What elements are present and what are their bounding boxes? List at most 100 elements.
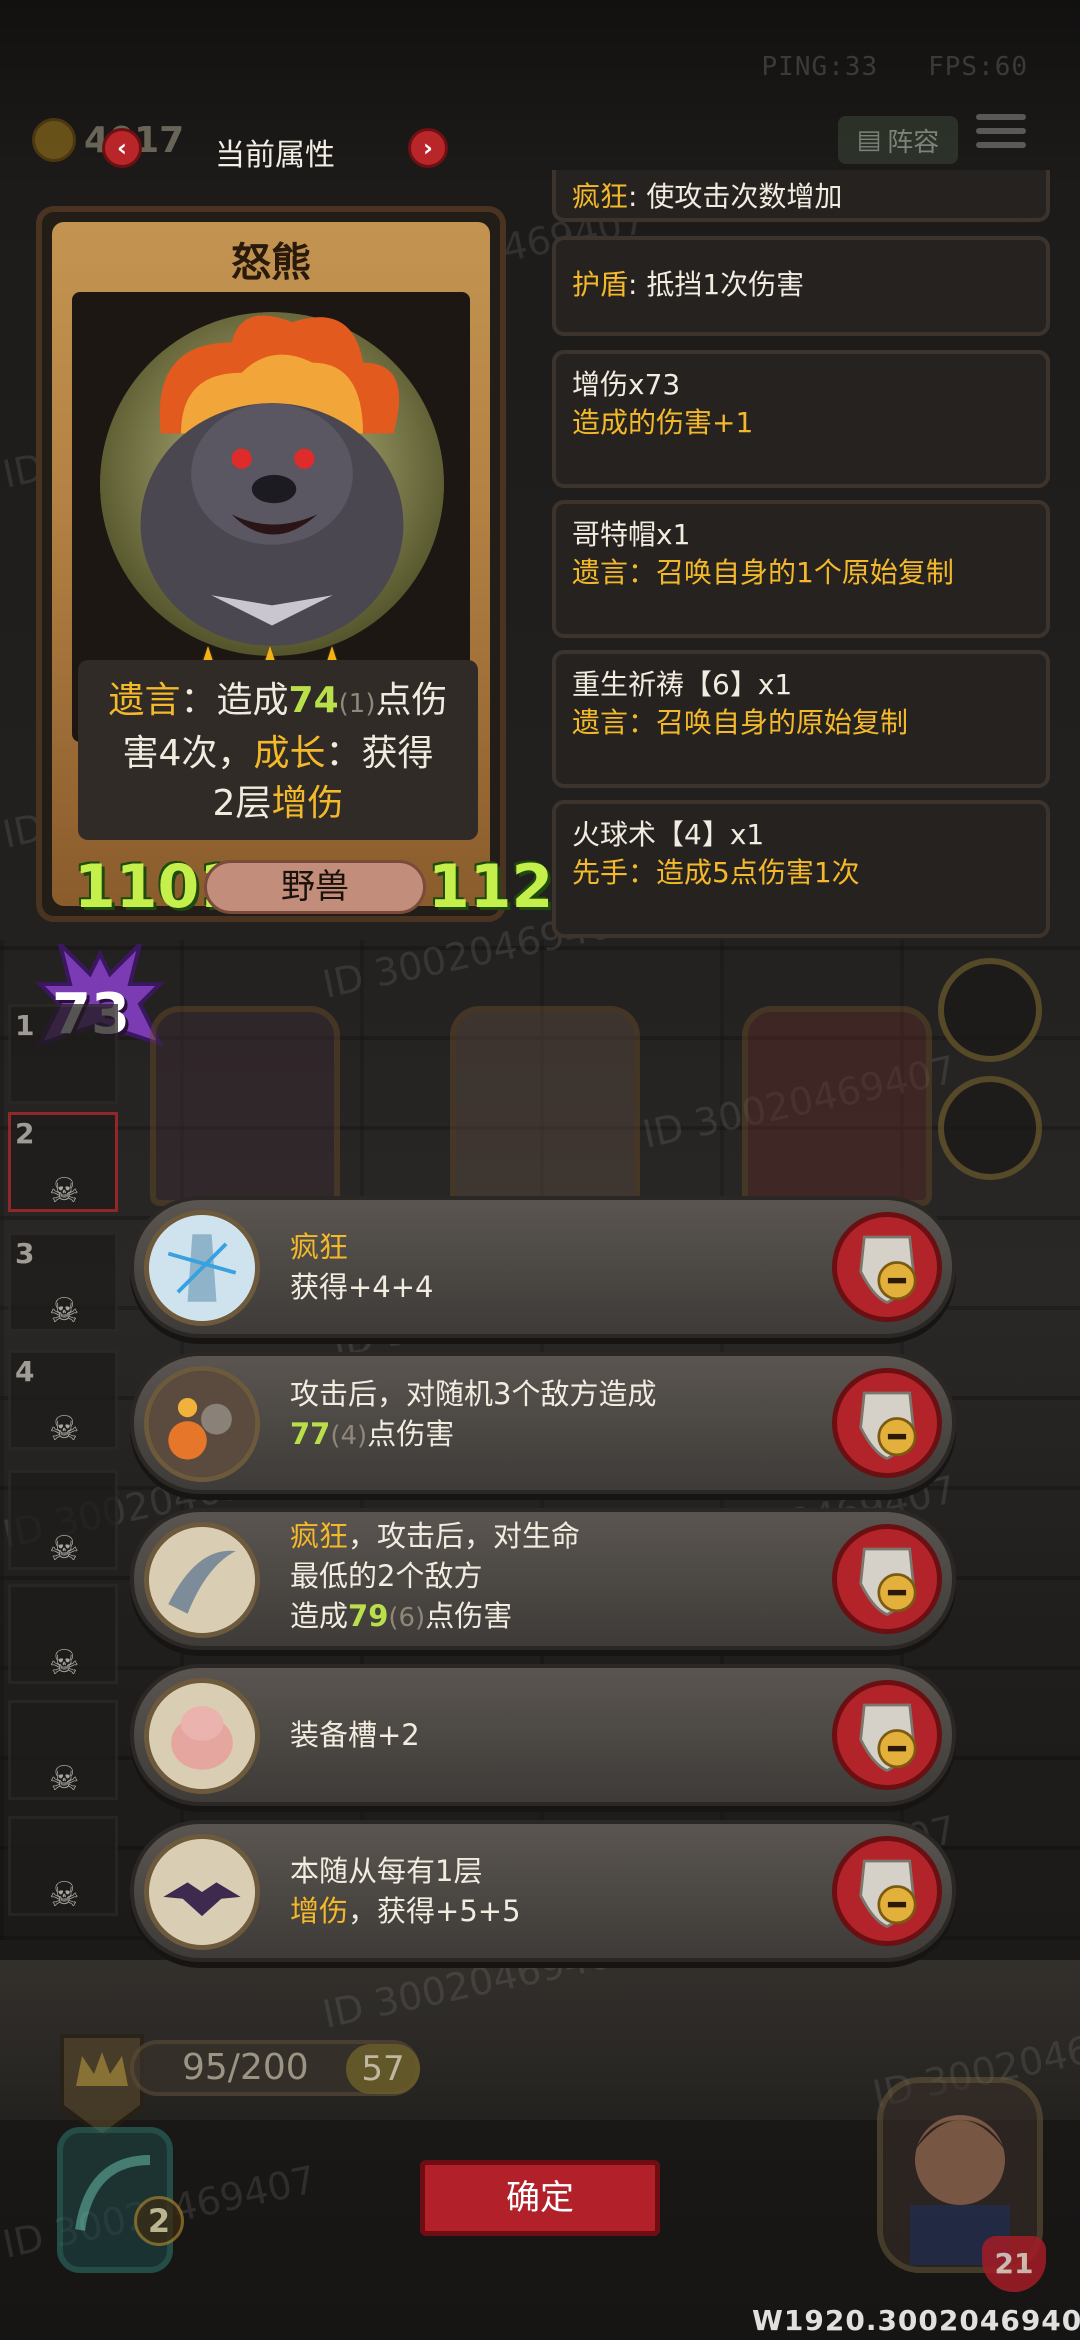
skill-row: 本随从每有1层 增伤，获得+5+5 xyxy=(130,1820,956,1962)
shield-minus-icon xyxy=(859,1547,917,1616)
damage-bonus: (1) xyxy=(338,689,376,719)
damage-value: 74 xyxy=(288,680,339,721)
skill-damage-bonus: (4) xyxy=(330,1421,368,1451)
skill-desc: 本随从每有1层 xyxy=(290,1854,483,1888)
network-status: PING:33 FPS:60 xyxy=(762,52,1028,82)
buff-title: 火球术【4】x1 xyxy=(572,818,765,851)
skill-text: 疯狂，攻击后，对生命 最低的2个敌方 造成79(6)点伤害 xyxy=(290,1516,810,1638)
fps-text: FPS:60 xyxy=(928,52,1028,82)
minion-card: 怒熊 ★ ★ ★ 遗言：造成74(1)点伤害4次，成长：获得2层增伤 1101 … xyxy=(36,206,595,922)
skill-desc: 最低的2个敌方 xyxy=(290,1559,483,1593)
buff-list[interactable]: 疯狂: 使攻击次数增加 护盾: 抵挡1次伤害 增伤x73 造成的伤害+1 哥特帽… xyxy=(552,170,1052,960)
desc-text: ：造成 xyxy=(180,680,289,721)
coin-extra: 57 xyxy=(346,2044,420,2094)
team-slot[interactable]: 2 ☠ xyxy=(8,1112,118,1212)
skill-damage-bonus: (6) xyxy=(388,1603,426,1633)
skull-icon: ☠ xyxy=(49,1171,80,1211)
buff-text: : 使攻击次数增加 xyxy=(628,180,843,213)
ping-text: PING:33 xyxy=(761,52,879,82)
prev-arrow-button[interactable]: ‹ xyxy=(102,128,142,168)
skill-keyword: 疯狂 xyxy=(290,1519,349,1553)
shield-minus-icon xyxy=(859,1235,917,1304)
side-slot[interactable] xyxy=(938,958,1042,1062)
desc-text: 2层 xyxy=(212,783,272,824)
buff-label: 疯狂 xyxy=(572,180,629,213)
shield-minus-icon xyxy=(859,1703,917,1772)
next-arrow-button[interactable]: › xyxy=(408,128,448,168)
remove-skill-button[interactable] xyxy=(832,1212,942,1322)
frenzy-skill-icon xyxy=(144,1210,260,1326)
side-slot[interactable] xyxy=(938,1076,1042,1180)
bottom-watermark: W1920.30020469407 xyxy=(752,2304,1080,2337)
buff-label: 护盾 xyxy=(572,268,629,301)
buff-item: 重生祈祷【6】x1 遗言：召唤自身的原始复制 xyxy=(552,650,1050,788)
skill-row: 疯狂 获得+4+4 xyxy=(130,1196,956,1338)
team-slot[interactable]: 3 ☠ xyxy=(8,1232,118,1332)
keyword-damage-boost: 增伤 xyxy=(271,783,344,824)
skull-icon: ☠ xyxy=(49,1529,80,1569)
buff-desc: 遗言：召唤自身的1个原始复制 xyxy=(572,556,954,589)
skill-damage: 79 xyxy=(348,1599,389,1633)
skill-text: 装备槽+2 xyxy=(290,1668,810,1802)
team-slot[interactable]: ☠ xyxy=(8,1700,118,1800)
team-slot[interactable]: 4 ☠ xyxy=(8,1350,118,1450)
buff-title: 增伤x73 xyxy=(572,368,681,401)
team-slot[interactable]: 1 xyxy=(8,1004,118,1104)
buff-item: 火球术【4】x1 先手：造成5点伤害1次 xyxy=(552,800,1050,938)
bat-skill-icon xyxy=(144,1834,260,1950)
buff-title: 重生祈祷【6】x1 xyxy=(572,668,793,701)
panel-title: 当前属性 xyxy=(215,138,335,173)
shield-minus-icon xyxy=(859,1859,917,1928)
menu-icon[interactable] xyxy=(976,114,1026,158)
book-icon: ▤ xyxy=(856,125,882,155)
skill-row: 装备槽+2 xyxy=(130,1664,956,1806)
confirm-button[interactable]: 确定 xyxy=(420,2160,660,2236)
skull-icon: ☠ xyxy=(49,1759,80,1799)
board-minion[interactable] xyxy=(450,1006,640,1206)
skull-icon: ☠ xyxy=(49,1643,80,1683)
buff-desc: 造成的伤害+1 xyxy=(572,406,754,439)
remove-skill-button[interactable] xyxy=(832,1524,942,1634)
slot-number: 1 xyxy=(15,1009,35,1042)
skill-desc: 获得+4+4 xyxy=(290,1270,434,1304)
buff-item: 护盾: 抵挡1次伤害 xyxy=(552,236,1050,336)
skill-keyword: 疯狂 xyxy=(290,1230,349,1264)
buff-title: 哥特帽x1 xyxy=(572,518,691,551)
team-slot[interactable]: ☠ xyxy=(8,1816,118,1916)
slot-number: 2 xyxy=(15,1117,35,1150)
meteor-skill-icon xyxy=(144,1366,260,1482)
skill-desc: 点伤害 xyxy=(425,1599,513,1633)
coin-icon xyxy=(32,118,76,162)
remove-skill-button[interactable] xyxy=(832,1836,942,1946)
tribe-badge: 野兽 xyxy=(204,860,426,914)
pig-skill-icon xyxy=(144,1678,260,1794)
buff-item: 增伤x73 造成的伤害+1 xyxy=(552,350,1050,488)
skill-text: 本随从每有1层 增伤，获得+5+5 xyxy=(290,1824,810,1958)
skill-text: 攻击后，对随机3个敌方造成 77(4)点伤害 xyxy=(290,1374,810,1456)
skill-damage: 77 xyxy=(290,1417,331,1451)
skill-row: 疯狂，攻击后，对生命 最低的2个敌方 造成79(6)点伤害 xyxy=(130,1508,956,1650)
slot-number: 4 xyxy=(15,1355,35,1388)
board-minion[interactable] xyxy=(742,1006,932,1206)
minion-name: 怒熊 xyxy=(231,240,311,286)
slot-number: 3 xyxy=(15,1237,35,1270)
desc-text: ：获得 xyxy=(325,733,434,774)
remove-skill-button[interactable] xyxy=(832,1680,942,1790)
board-minion[interactable] xyxy=(150,1006,340,1206)
slash-skill-icon xyxy=(144,1522,260,1638)
buff-item: 疯狂: 使攻击次数增加 xyxy=(552,170,1050,222)
skull-icon: ☠ xyxy=(49,1291,80,1331)
lineup-button[interactable]: ▤ 阵容 xyxy=(838,116,958,164)
bear-portrait xyxy=(100,312,444,656)
remove-skill-button[interactable] xyxy=(832,1368,942,1478)
lineup-label: 阵容 xyxy=(887,127,940,158)
hero-power-count: 2 xyxy=(134,2196,184,2246)
skill-desc: 装备槽+2 xyxy=(290,1718,420,1752)
skill-desc: ，获得+5+5 xyxy=(348,1894,521,1928)
buff-desc: 遗言：召唤自身的原始复制 xyxy=(572,706,909,739)
skill-row: 攻击后，对随机3个敌方造成 77(4)点伤害 xyxy=(130,1352,956,1494)
team-slot[interactable]: ☠ xyxy=(8,1470,118,1570)
buff-desc: 先手：造成5点伤害1次 xyxy=(572,856,860,889)
team-slot[interactable]: ☠ xyxy=(8,1584,118,1684)
skill-keyword: 增伤 xyxy=(290,1894,349,1928)
